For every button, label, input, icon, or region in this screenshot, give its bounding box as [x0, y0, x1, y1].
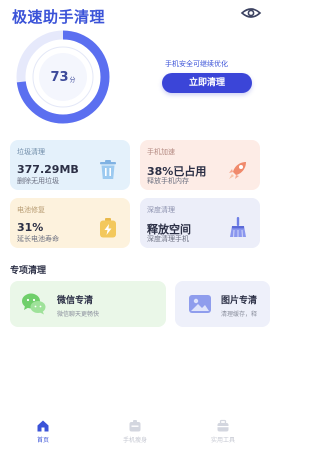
wechat-icon: [22, 293, 46, 315]
broom-icon: [230, 217, 246, 238]
tab-phone-slim[interactable]: 手机瘦身: [100, 419, 170, 449]
app-title: 极速助手清理: [12, 8, 106, 26]
junk-clean-card[interactable]: 垃圾清理 377.29MB 删除无用垃圾: [10, 140, 130, 190]
deep-clean-card[interactable]: 深度清理 释放空间 深度清理手机: [140, 198, 260, 248]
picture-clean-card[interactable]: 图片专清 清理缓存，释: [175, 281, 270, 327]
tab-label: 首页: [36, 437, 49, 444]
trash-can-icon: [100, 160, 116, 179]
special-card-title: 微信专清: [57, 296, 94, 306]
wechat-clean-card[interactable]: 微信专清 微信聊天更畅快: [10, 281, 166, 327]
phone-slim-icon: [129, 420, 141, 432]
card-label: 深度清理: [147, 206, 175, 214]
special-card-title: 图片专清: [221, 296, 258, 306]
special-card-subtitle: 微信聊天更畅快: [57, 311, 100, 318]
card-label: 垃圾清理: [17, 148, 45, 156]
special-card-subtitle: 清理缓存，释: [221, 311, 258, 318]
eye-icon[interactable]: [240, 4, 262, 22]
score-value: 73: [50, 69, 69, 85]
bottom-tab-bar: 首页 手机瘦身 实用工具: [0, 415, 270, 450]
picture-icon: [189, 295, 211, 313]
tab-label: 手机瘦身: [122, 437, 147, 444]
score-unit: 分: [69, 76, 76, 84]
tab-tools[interactable]: 实用工具: [188, 419, 258, 449]
tab-home[interactable]: 首页: [8, 419, 78, 449]
clean-now-button[interactable]: 立即清理: [162, 73, 252, 93]
special-clean-section-title: 专项清理: [10, 266, 47, 276]
card-value: 31%: [17, 221, 44, 234]
tab-label: 实用工具: [210, 437, 235, 444]
battery-bolt-icon: [100, 218, 116, 238]
card-value: 377.29MB: [17, 163, 79, 176]
card-subtitle: 释放手机内存: [147, 177, 189, 185]
battery-repair-card[interactable]: 电池修复 31% 延长电池寿命: [10, 198, 130, 248]
card-subtitle: 删除无用垃圾: [17, 177, 59, 185]
status-text: 手机安全可继续优化: [165, 60, 228, 68]
card-label: 手机加速: [147, 148, 175, 156]
card-subtitle: 延长电池寿命: [17, 235, 59, 243]
card-subtitle: 深度清理手机: [147, 235, 189, 243]
phone-speedup-card[interactable]: 手机加速 38%已占用 释放手机内存: [140, 140, 260, 190]
score-value-wrap: 73 分: [14, 28, 112, 126]
app-header: 极速助手清理: [0, 0, 270, 30]
rocket-icon: [229, 162, 246, 179]
card-label: 电池修复: [17, 206, 45, 214]
home-icon: [37, 420, 49, 432]
score-gauge: 73 分: [14, 28, 112, 126]
toolbox-icon: [217, 419, 229, 432]
